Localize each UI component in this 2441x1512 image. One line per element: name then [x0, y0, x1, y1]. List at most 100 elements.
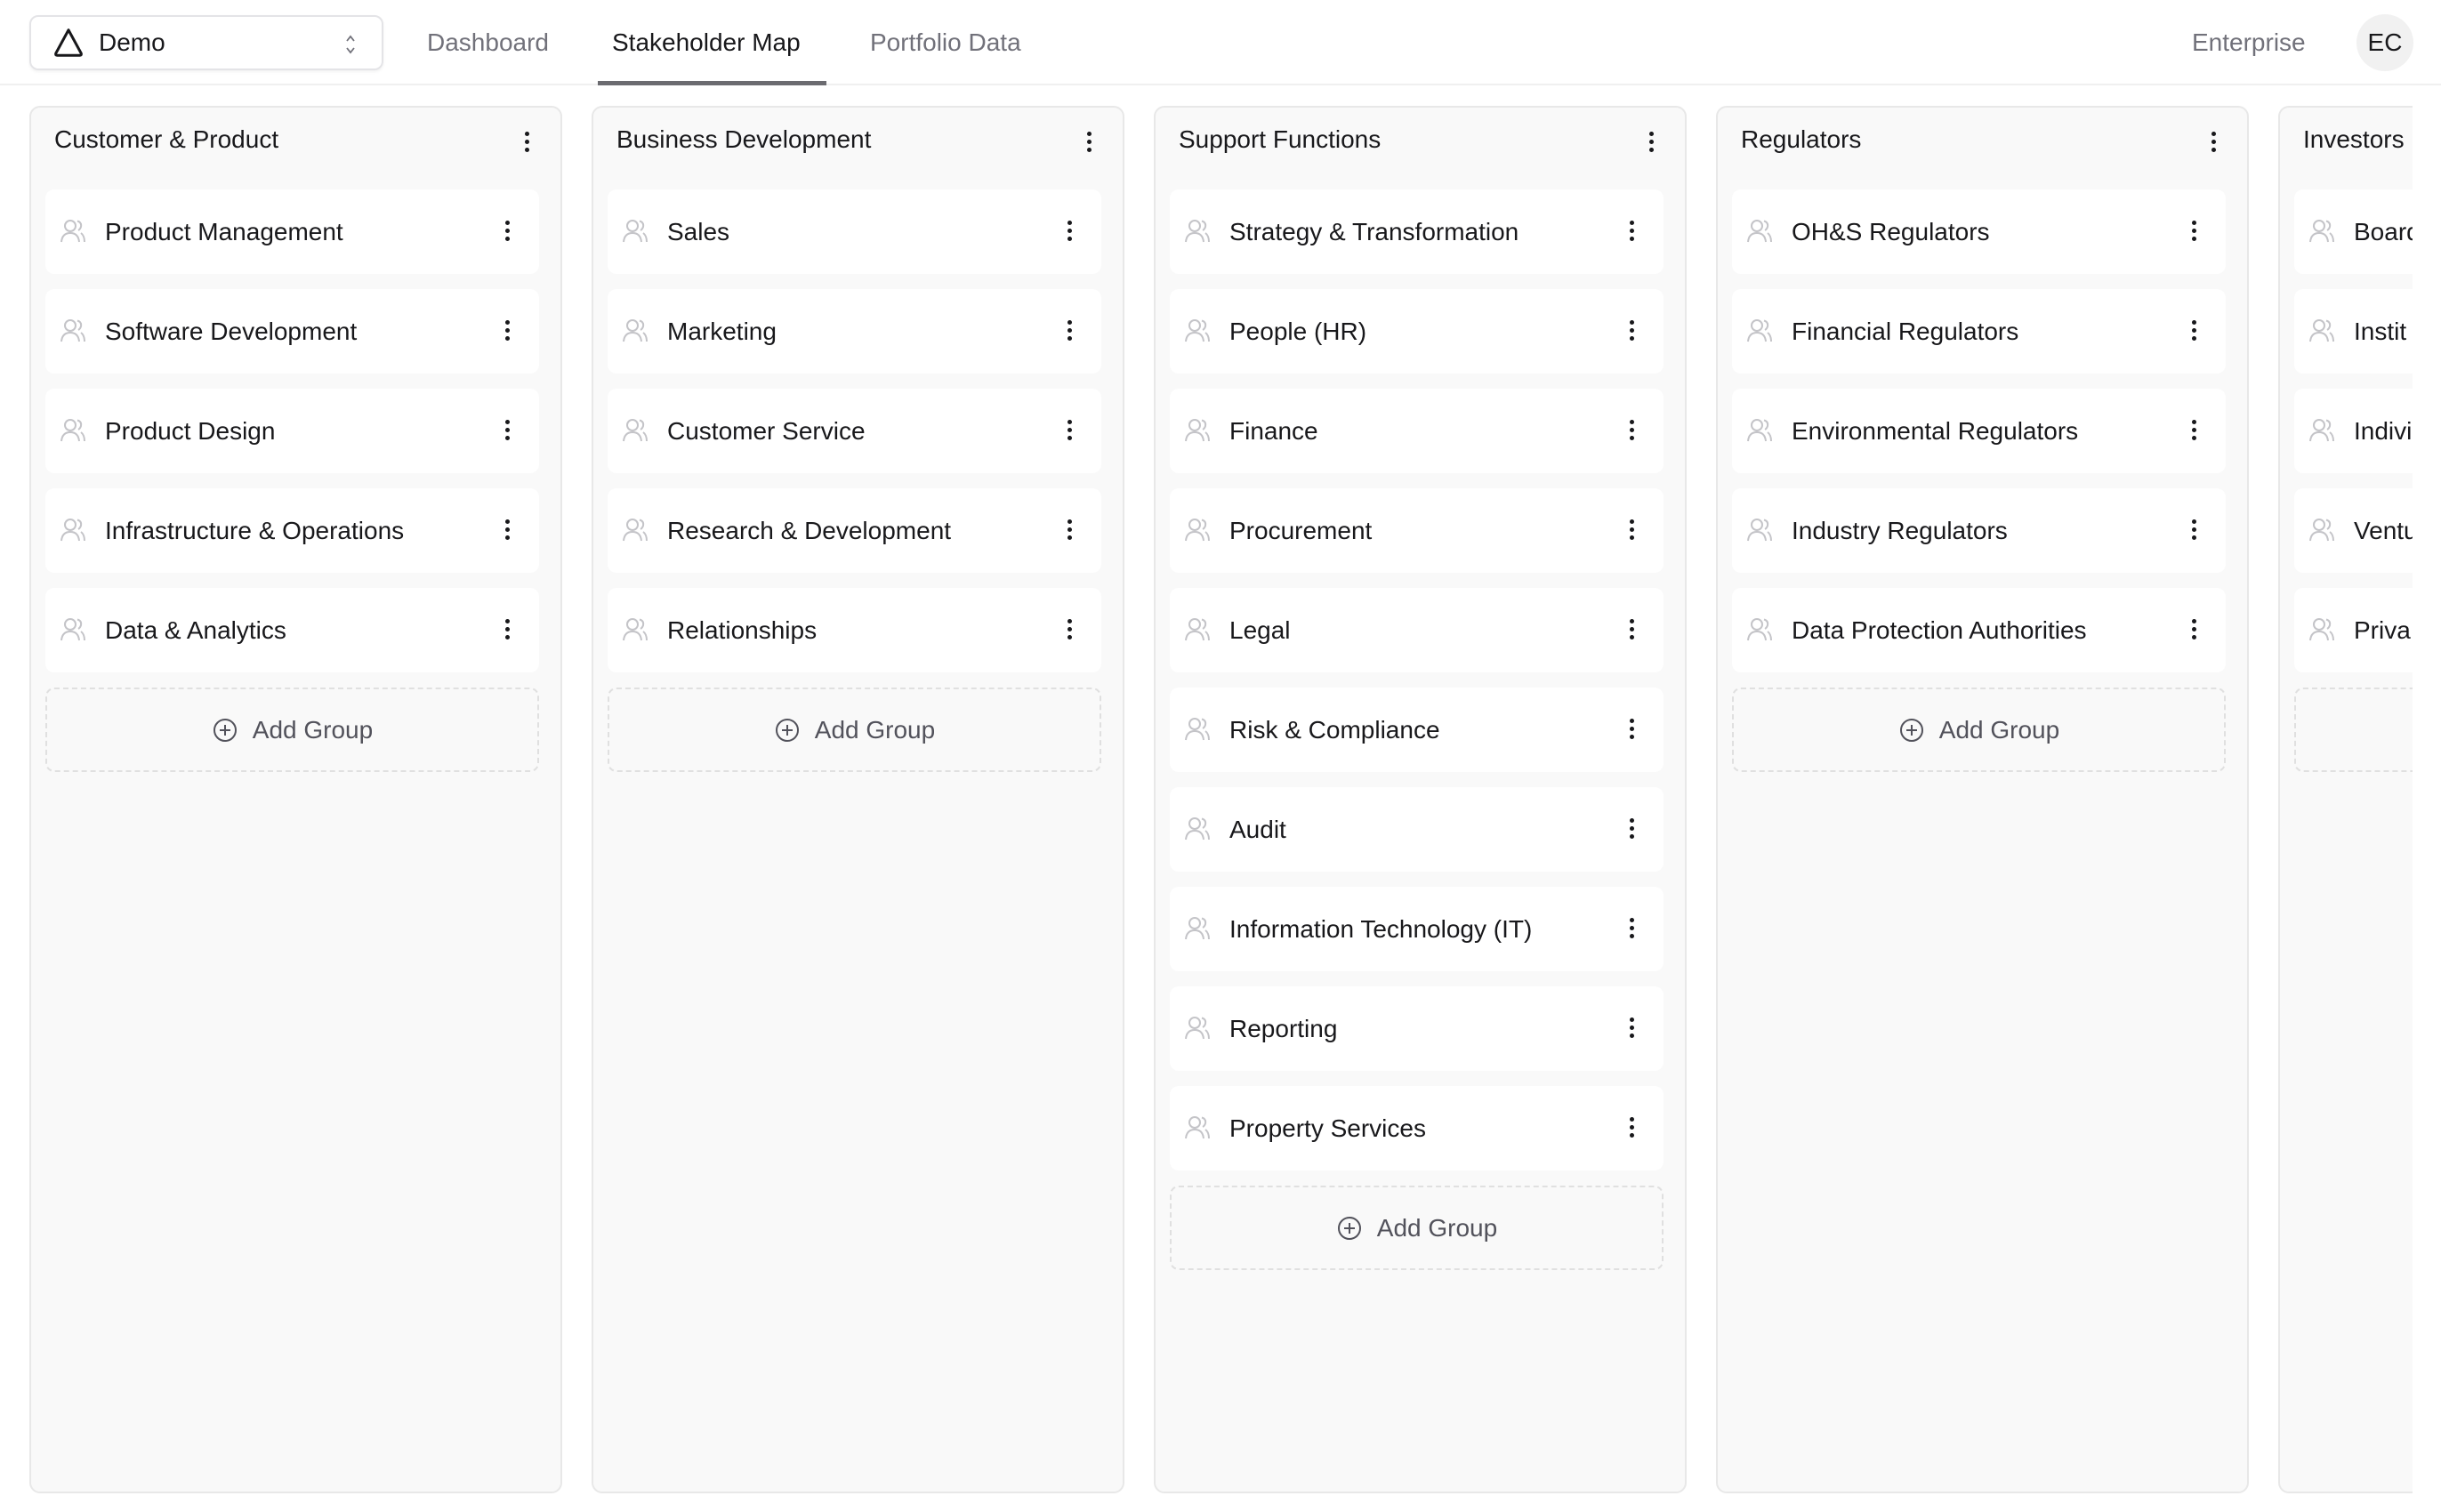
group-menu-button[interactable]: [497, 218, 519, 245]
column-menu-button[interactable]: [1079, 129, 1100, 156]
dot: [505, 420, 510, 424]
group-label: Reporting: [1229, 1015, 1338, 1042]
group-card[interactable]: Infrastructure & Operations: [45, 488, 539, 573]
group-card[interactable]: Priva: [2294, 588, 2413, 672]
group-card[interactable]: Finance: [1170, 389, 1664, 473]
group-menu-button[interactable]: [1622, 616, 1643, 643]
dot: [2192, 420, 2196, 424]
group-card[interactable]: Ventu: [2294, 488, 2413, 573]
group-card[interactable]: Marketing: [608, 289, 1101, 374]
tab-dashboard[interactable]: Dashboard: [427, 0, 549, 85]
group-card[interactable]: Environmental Regulators: [1732, 389, 2226, 473]
group-card[interactable]: Data & Analytics: [45, 588, 539, 672]
tab-portfolio-data[interactable]: Portfolio Data: [870, 0, 1021, 85]
group-card[interactable]: Customer Service: [608, 389, 1101, 473]
group-card[interactable]: Sales: [608, 189, 1101, 274]
group-menu-button[interactable]: [497, 616, 519, 643]
group-card[interactable]: Reporting: [1170, 986, 1664, 1071]
group-menu-button[interactable]: [1622, 915, 1643, 942]
group-card[interactable]: Product Design: [45, 389, 539, 473]
group-card[interactable]: Information Technology (IT): [1170, 887, 1664, 971]
plus-circle-icon: [212, 717, 253, 744]
dot: [1067, 635, 1072, 639]
dot: [505, 221, 510, 225]
group-card[interactable]: Risk & Compliance: [1170, 688, 1664, 772]
group-card[interactable]: OH&S Regulators: [1732, 189, 2226, 274]
dot: [1067, 237, 1072, 241]
add-group-button[interactable]: Add Group: [1170, 1186, 1664, 1270]
dot: [1630, 221, 1634, 225]
group-menu-button[interactable]: [1059, 218, 1081, 245]
add-group-button[interactable]: Add Group: [45, 688, 539, 772]
group-card[interactable]: Property Services: [1170, 1086, 1664, 1170]
dot: [1630, 237, 1634, 241]
group-card[interactable]: Procurement: [1170, 488, 1664, 573]
group-menu-button[interactable]: [1059, 417, 1081, 444]
group-menu-button[interactable]: [1622, 417, 1643, 444]
dot: [1630, 719, 1634, 723]
column-menu-button[interactable]: [517, 129, 538, 156]
dot: [505, 527, 510, 532]
users-icon: [1184, 518, 1211, 547]
column-menu-button[interactable]: [1641, 129, 1663, 156]
group-card[interactable]: Software Development: [45, 289, 539, 374]
group-menu-button[interactable]: [2184, 318, 2205, 344]
group-menu-button[interactable]: [2184, 517, 2205, 543]
plan-label[interactable]: Enterprise: [2192, 0, 2306, 85]
group-card[interactable]: Audit: [1170, 787, 1664, 872]
add-group-button[interactable]: Add Group: [1732, 688, 2226, 772]
dot: [1630, 527, 1634, 532]
group-menu-button[interactable]: [2184, 218, 2205, 245]
group-menu-button[interactable]: [1059, 616, 1081, 643]
group-menu-button[interactable]: [2184, 417, 2205, 444]
group-menu-button[interactable]: [1622, 218, 1643, 245]
group-card[interactable]: Industry Regulators: [1732, 488, 2226, 573]
group-card[interactable]: People (HR): [1170, 289, 1664, 374]
group-menu-button[interactable]: [2184, 616, 2205, 643]
users-icon: [2308, 318, 2335, 348]
dot: [1630, 1125, 1634, 1130]
column-menu-button[interactable]: [2203, 129, 2225, 156]
add-group-button[interactable]: Add Group: [2294, 688, 2413, 772]
users-icon: [622, 219, 649, 248]
group-card[interactable]: Instit: [2294, 289, 2413, 374]
group-menu-button[interactable]: [1622, 716, 1643, 743]
group-card[interactable]: Board: [2294, 189, 2413, 274]
users-icon: [622, 617, 649, 647]
group-card[interactable]: Legal: [1170, 588, 1664, 672]
dot: [1630, 1033, 1634, 1038]
group-menu-button[interactable]: [1622, 816, 1643, 842]
dot: [2192, 336, 2196, 341]
users-icon: [2308, 617, 2335, 647]
dot: [505, 320, 510, 325]
users-icon: [1184, 916, 1211, 945]
group-menu-button[interactable]: [497, 417, 519, 444]
dot: [1630, 818, 1634, 823]
add-group-button[interactable]: Add Group: [608, 688, 1101, 772]
group-card[interactable]: Data Protection Authorities: [1732, 588, 2226, 672]
group-card[interactable]: Relationships: [608, 588, 1101, 672]
group-card[interactable]: Strategy & Transformation: [1170, 189, 1664, 274]
group-card[interactable]: Financial Regulators: [1732, 289, 2226, 374]
users-icon: [1746, 219, 1773, 248]
dot: [505, 519, 510, 524]
group-menu-button[interactable]: [1622, 1015, 1643, 1042]
dot: [1067, 420, 1072, 424]
group-menu-button[interactable]: [1622, 318, 1643, 344]
dot: [1067, 527, 1072, 532]
dot: [1067, 619, 1072, 623]
dot: [505, 328, 510, 333]
group-menu-button[interactable]: [497, 517, 519, 543]
workspace-selector[interactable]: Demo: [29, 15, 383, 70]
group-card[interactable]: Research & Development: [608, 488, 1101, 573]
group-menu-button[interactable]: [1059, 318, 1081, 344]
group-card[interactable]: Product Management: [45, 189, 539, 274]
group-menu-button[interactable]: [1622, 517, 1643, 543]
group-menu-button[interactable]: [497, 318, 519, 344]
column-title: Support Functions: [1179, 125, 1382, 153]
tab-stakeholder-map[interactable]: Stakeholder Map: [612, 0, 801, 85]
group-menu-button[interactable]: [1622, 1114, 1643, 1141]
group-card[interactable]: Indivi: [2294, 389, 2413, 473]
avatar[interactable]: EC: [2356, 14, 2413, 71]
group-menu-button[interactable]: [1059, 517, 1081, 543]
